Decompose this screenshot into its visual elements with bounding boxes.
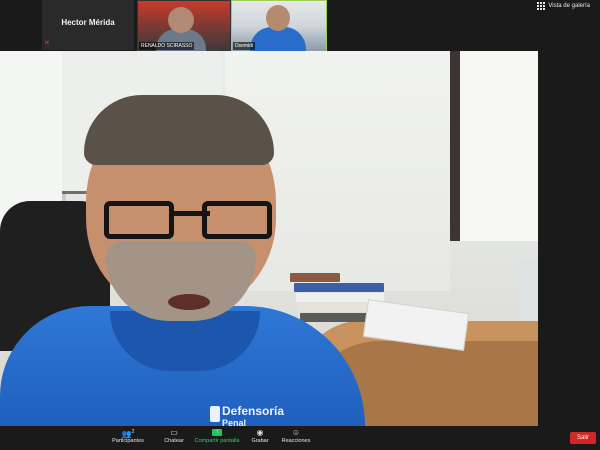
participant-strip: Hector Mérida ✕ RENALDO SCIRASSO Dsemidi… <box>0 0 600 52</box>
leave-meeting-button[interactable]: Salir <box>570 432 596 444</box>
participant-name: Hector Mérida <box>61 18 115 27</box>
gallery-view-button[interactable]: Vista de galería <box>537 2 590 10</box>
speaker-glasses <box>104 201 272 241</box>
jacket-logo-text: Defensoría Penal <box>222 405 284 426</box>
participants-label: Participantes <box>112 438 144 444</box>
active-speaker-video: Defensoría Penal <box>0 51 538 426</box>
participant-tile-video-2[interactable]: Dsemidi <box>231 0 327 52</box>
participant-tile-hector[interactable]: Hector Mérida ✕ <box>42 0 134 50</box>
participant-label: RENALDO SCIRASSO <box>139 42 195 50</box>
gallery-view-label: Vista de galería <box>548 3 590 9</box>
speaker-mouth <box>168 294 210 310</box>
record-button[interactable]: ◉ Grabar <box>248 428 272 444</box>
share-screen-label: Compartir pantalla <box>194 438 240 444</box>
jacket-logo-line2: Penal <box>222 418 247 426</box>
record-icon: ◉ <box>256 428 264 437</box>
participant-tile-video-1[interactable]: RENALDO SCIRASSO <box>137 0 231 52</box>
jacket-logo-line1: Defensoría <box>222 404 285 418</box>
reactions-icon: ☺ <box>291 428 301 437</box>
share-screen-button[interactable]: ↑ Compartir pantalla <box>192 428 242 444</box>
participant-head <box>168 7 194 33</box>
participant-head <box>266 5 290 31</box>
meeting-toolbar: 👥2 Participantes ▭ Chatear ↑ Compartir p… <box>0 426 600 450</box>
mic-muted-icon: ✕ <box>44 40 50 47</box>
reactions-label: Reacciones <box>281 438 311 444</box>
people-icon: 👥2 <box>121 429 135 439</box>
speaker-hair <box>84 95 274 165</box>
share-screen-icon: ↑ <box>212 429 222 436</box>
reactions-button[interactable]: ☺ Reacciones <box>280 428 312 444</box>
participant-label: Dsemidi <box>233 42 256 50</box>
participants-button[interactable]: 👥2 Participantes <box>110 428 146 444</box>
chat-icon: ▭ <box>170 428 178 437</box>
window-right <box>450 51 538 241</box>
participants-count: 2 <box>131 429 135 435</box>
grid-icon <box>537 2 546 10</box>
record-label: Grabar <box>251 438 269 444</box>
jacket-logo-icon <box>210 406 220 422</box>
chat-button[interactable]: ▭ Chatear <box>160 428 188 444</box>
chat-label: Chatear <box>164 438 184 444</box>
